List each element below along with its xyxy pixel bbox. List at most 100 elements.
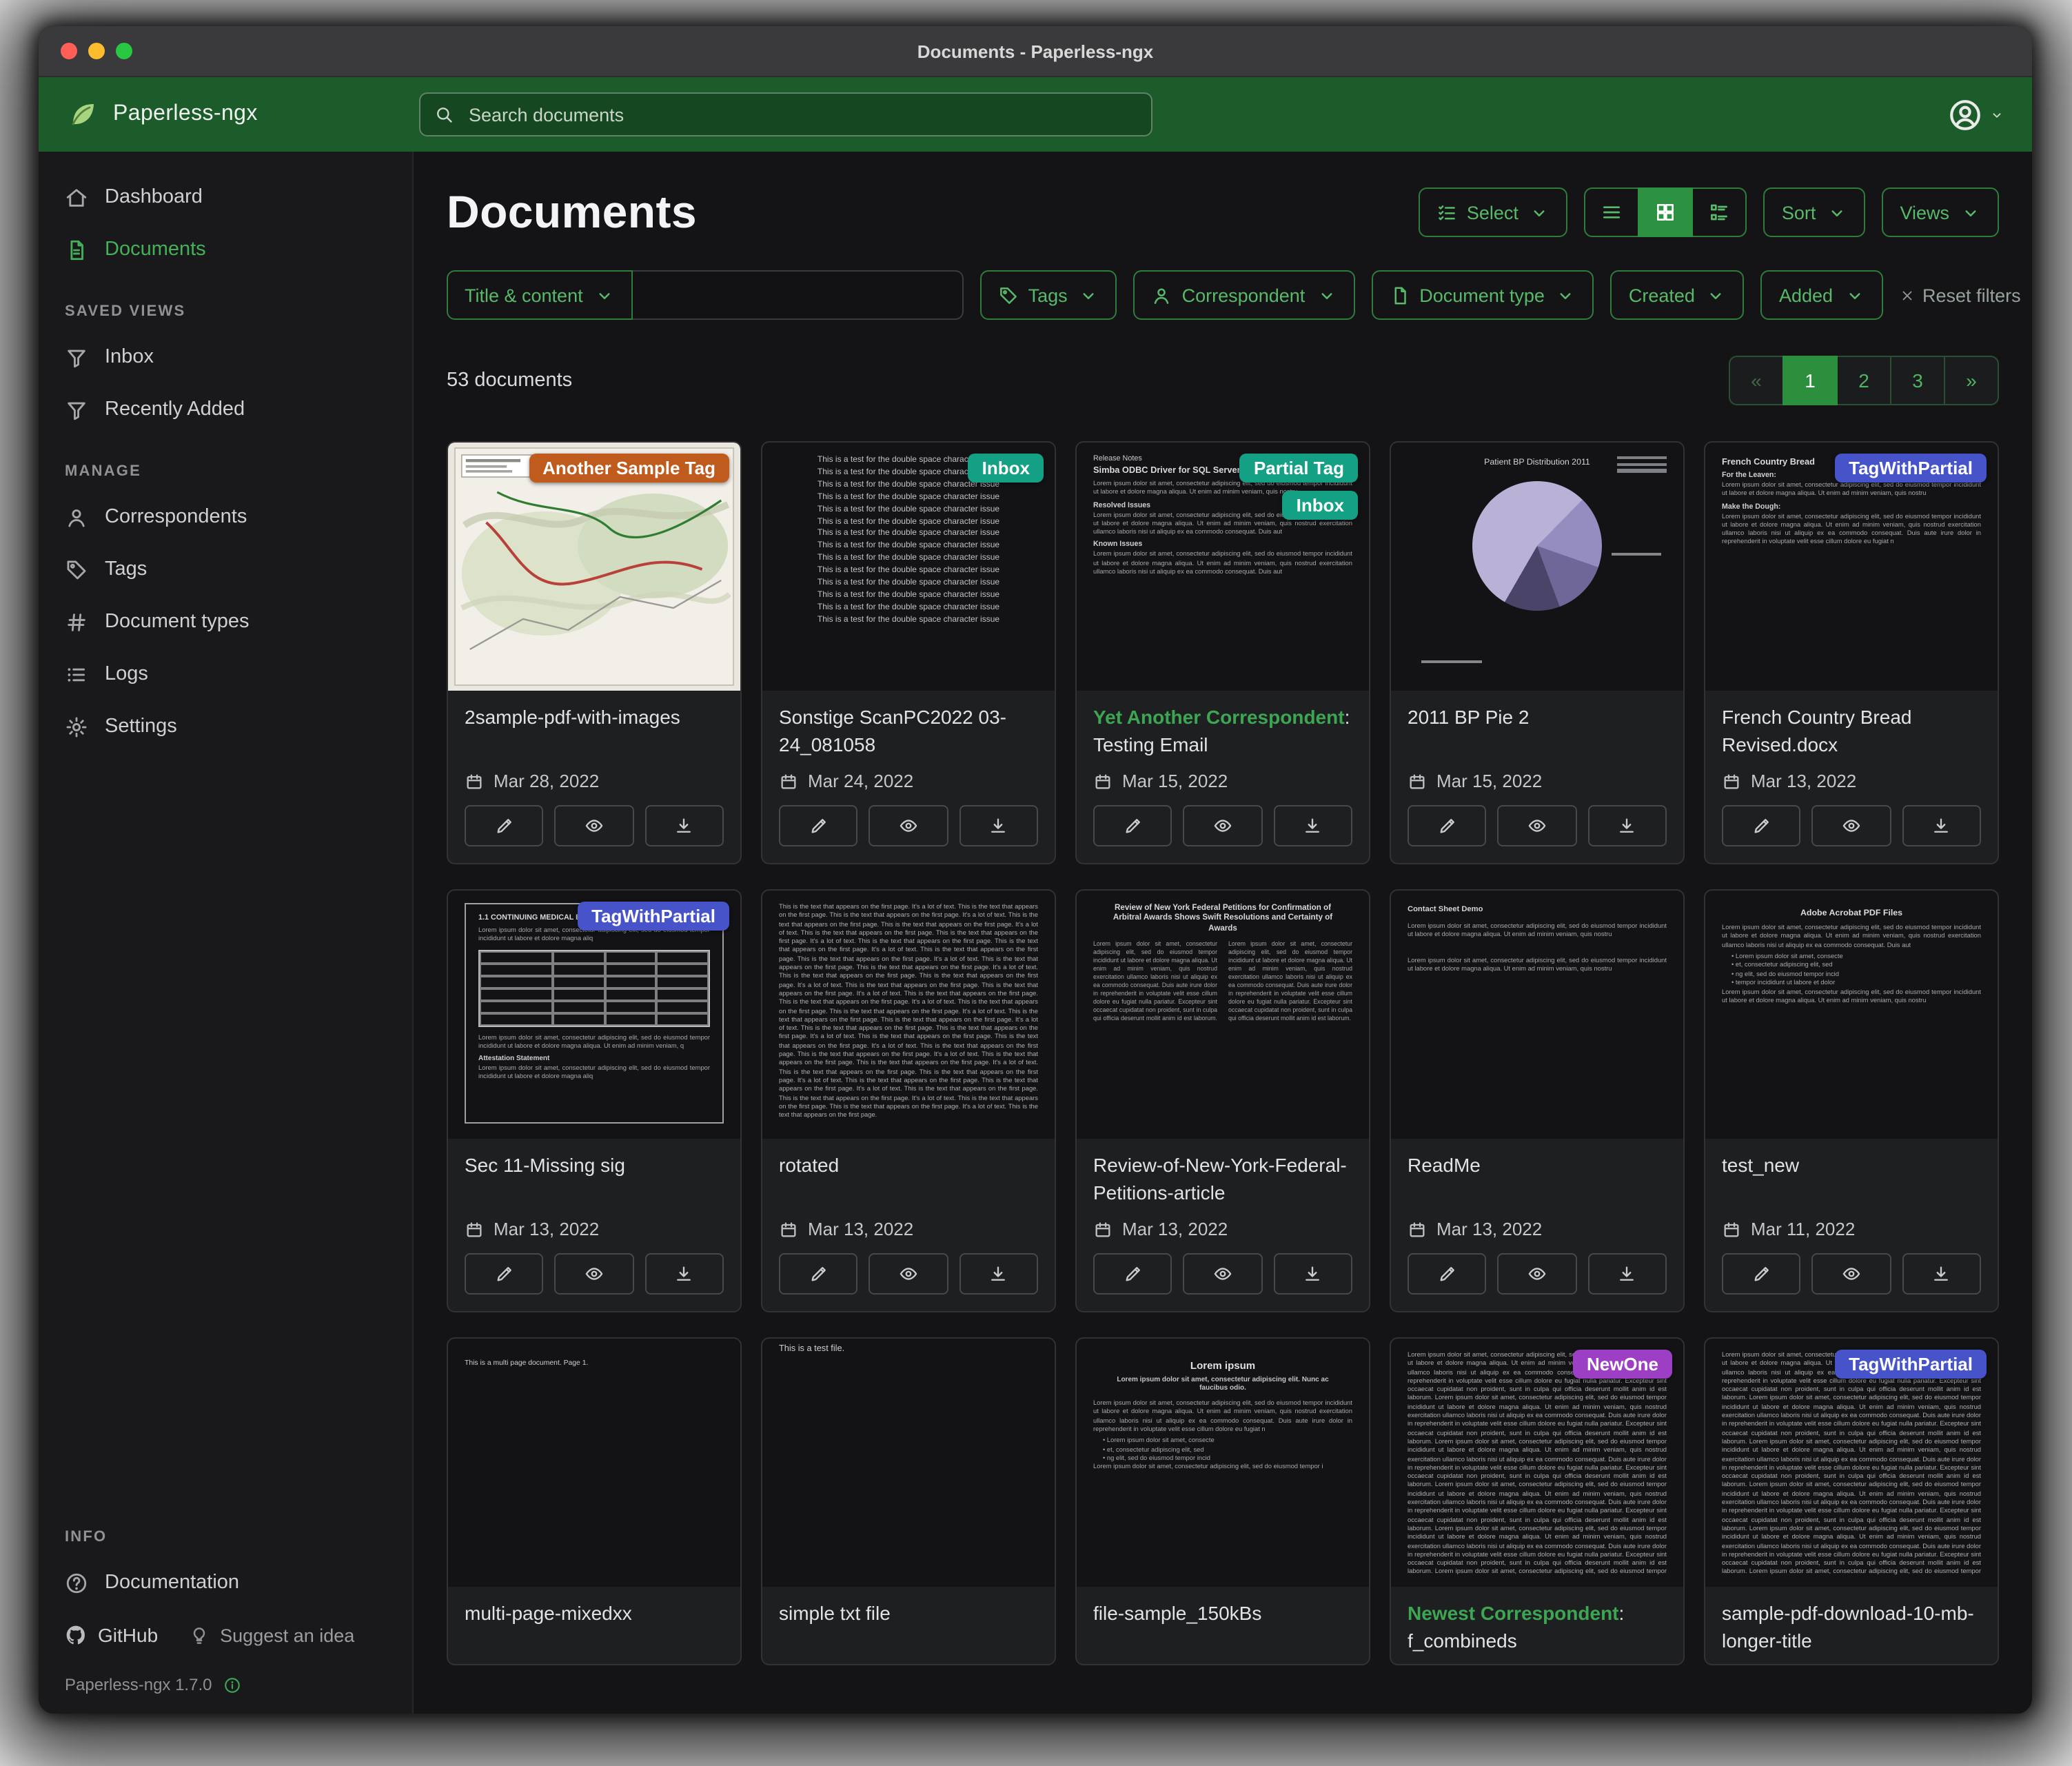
edit-document-button[interactable]	[779, 805, 858, 846]
pagination-next[interactable]: »	[1944, 356, 1999, 405]
pagination-page-2[interactable]: 2	[1836, 356, 1891, 405]
view-document-button[interactable]	[1184, 805, 1263, 846]
download-document-button[interactable]	[1273, 805, 1352, 846]
download-document-button[interactable]	[1902, 805, 1981, 846]
pagination-page-1[interactable]: 1	[1782, 356, 1838, 405]
edit-document-button[interactable]	[1408, 1253, 1487, 1295]
sidebar-item-settings[interactable]: Settings	[39, 700, 412, 753]
document-thumbnail-link[interactable]: TagWithPartialFrench Country BreadFor th…	[1705, 443, 1998, 691]
document-type-filter-button[interactable]: Document type	[1371, 270, 1594, 320]
edit-document-button[interactable]	[1722, 1253, 1801, 1295]
title-content-dropdown[interactable]: Title & content	[447, 270, 633, 320]
download-document-button[interactable]	[644, 1253, 724, 1295]
select-button[interactable]: Select	[1419, 187, 1568, 237]
document-thumbnail-link[interactable]: Contact Sheet DemoLorem ipsum dolor sit …	[1391, 891, 1683, 1139]
download-document-button[interactable]	[959, 805, 1038, 846]
sidebar-item-dashboard[interactable]: Dashboard	[39, 171, 412, 223]
view-document-button[interactable]	[1498, 1253, 1577, 1295]
edit-document-button[interactable]	[1722, 805, 1801, 846]
document-thumbnail-link[interactable]: Lorem ipsumLorem ipsum dolor sit amet, c…	[1077, 1339, 1369, 1587]
view-grid-button[interactable]	[1638, 187, 1694, 237]
sort-button[interactable]: Sort	[1764, 187, 1866, 237]
edit-document-button[interactable]	[465, 1253, 544, 1295]
document-thumbnail-link[interactable]: TagWithPartialLorem ipsum dolor sit amet…	[1705, 1339, 1998, 1587]
document-title[interactable]: Review-of-New-York-Federal-Petitions-art…	[1093, 1154, 1347, 1203]
pagination-page-3[interactable]: 3	[1890, 356, 1945, 405]
download-document-button[interactable]	[1587, 1253, 1667, 1295]
edit-document-button[interactable]	[465, 805, 544, 846]
tag-partial-tag[interactable]: Partial Tag	[1240, 454, 1358, 483]
sidebar-item-correspondents[interactable]: Correspondents	[39, 491, 412, 543]
document-thumbnail-link[interactable]: Another Sample Tag	[448, 443, 740, 691]
document-thumbnail-link[interactable]: Partial TagInboxRelease NotesSimba ODBC …	[1077, 443, 1369, 691]
sidebar-item-documentation[interactable]: Documentation	[39, 1556, 412, 1609]
document-thumbnail-link[interactable]: Patient BP Distribution 2011	[1391, 443, 1683, 691]
tag-tagwithpartial[interactable]: TagWithPartial	[1835, 454, 1987, 483]
document-title[interactable]: rotated	[779, 1154, 839, 1176]
added-filter-button[interactable]: Added	[1761, 270, 1882, 320]
tag-inbox[interactable]: Inbox	[1283, 491, 1358, 520]
view-document-button[interactable]	[869, 805, 948, 846]
correspondent-filter-button[interactable]: Correspondent	[1134, 270, 1355, 320]
tag-tagwithpartial[interactable]: TagWithPartial	[578, 902, 729, 931]
search-input[interactable]	[466, 103, 1137, 126]
correspondent-link[interactable]: Newest Correspondent	[1408, 1602, 1619, 1624]
document-thumbnail-link[interactable]: This is a test file.	[762, 1339, 1055, 1587]
sidebar-item-suggest-an-idea[interactable]: Suggest an idea	[188, 1625, 354, 1645]
sidebar-item-document-types[interactable]: Document types	[39, 596, 412, 648]
document-title[interactable]: f_combineds	[1408, 1629, 1517, 1651]
view-document-button[interactable]	[869, 1253, 948, 1295]
document-title[interactable]: sample-pdf-download-10-mb-longer-title	[1722, 1602, 1974, 1651]
tag-inbox[interactable]: Inbox	[968, 454, 1044, 483]
zoom-window-button[interactable]	[116, 43, 132, 59]
sidebar-item-tags[interactable]: Tags	[39, 543, 412, 596]
document-title[interactable]: ReadMe	[1408, 1154, 1481, 1176]
view-document-button[interactable]	[1498, 805, 1577, 846]
user-menu[interactable]	[1948, 97, 2004, 132]
document-thumbnail-link[interactable]: NewOneLorem ipsum dolor sit amet, consec…	[1391, 1339, 1683, 1587]
view-document-button[interactable]	[555, 805, 634, 846]
sidebar-item-logs[interactable]: Logs	[39, 648, 412, 700]
correspondent-link[interactable]: Yet Another Correspondent	[1093, 706, 1345, 728]
download-document-button[interactable]	[1902, 1253, 1981, 1295]
document-title[interactable]: Sonstige ScanPC2022 03-24_081058	[779, 706, 1006, 755]
views-button[interactable]: Views	[1882, 187, 1999, 237]
view-detail-button[interactable]	[1692, 187, 1747, 237]
tag-newone[interactable]: NewOne	[1573, 1350, 1672, 1379]
created-filter-button[interactable]: Created	[1611, 270, 1745, 320]
sidebar-item-github[interactable]: GitHub	[65, 1624, 158, 1646]
app-brand[interactable]: Paperless-ngx	[66, 98, 419, 131]
view-document-button[interactable]	[1812, 805, 1891, 846]
document-thumbnail-link[interactable]: TagWithPartial1.1 CONTINUING MEDICAL EDU…	[448, 891, 740, 1139]
tags-filter-button[interactable]: Tags	[980, 270, 1117, 320]
document-thumbnail-link[interactable]: This is a multi page document. Page 1.	[448, 1339, 740, 1587]
document-title[interactable]: 2sample-pdf-with-images	[465, 706, 680, 728]
sidebar-item-recently-added[interactable]: Recently Added	[39, 383, 412, 436]
tag-another-sample-tag[interactable]: Another Sample Tag	[529, 454, 729, 483]
view-document-button[interactable]	[1812, 1253, 1891, 1295]
download-document-button[interactable]	[1587, 805, 1667, 846]
download-document-button[interactable]	[644, 805, 724, 846]
document-title[interactable]: multi-page-mixedxx	[465, 1602, 632, 1624]
document-title[interactable]: 2011 BP Pie 2	[1408, 706, 1529, 728]
edit-document-button[interactable]	[779, 1253, 858, 1295]
view-document-button[interactable]	[555, 1253, 634, 1295]
document-thumbnail-link[interactable]: InboxThis is a test for the double space…	[762, 443, 1055, 691]
download-document-button[interactable]	[959, 1253, 1038, 1295]
sidebar-item-documents[interactable]: Documents	[39, 223, 412, 276]
sidebar-item-inbox[interactable]: Inbox	[39, 331, 412, 383]
document-title[interactable]: simple txt file	[779, 1602, 891, 1624]
document-title[interactable]: Testing Email	[1093, 733, 1208, 755]
minimize-window-button[interactable]	[88, 43, 105, 59]
document-thumbnail-link[interactable]: Review of New York Federal Petitions for…	[1077, 891, 1369, 1139]
pagination-prev[interactable]: «	[1729, 356, 1784, 405]
edit-document-button[interactable]	[1093, 1253, 1172, 1295]
view-document-button[interactable]	[1184, 1253, 1263, 1295]
document-title[interactable]: Sec 11-Missing sig	[465, 1154, 625, 1176]
edit-document-button[interactable]	[1093, 805, 1172, 846]
document-thumbnail-link[interactable]: This is the text that appears on the fir…	[762, 891, 1055, 1139]
view-list-button[interactable]	[1585, 187, 1640, 237]
tag-tagwithpartial[interactable]: TagWithPartial	[1835, 1350, 1987, 1379]
reset-filters-button[interactable]: Reset filters	[1899, 285, 2021, 305]
title-content-input[interactable]	[633, 270, 964, 320]
